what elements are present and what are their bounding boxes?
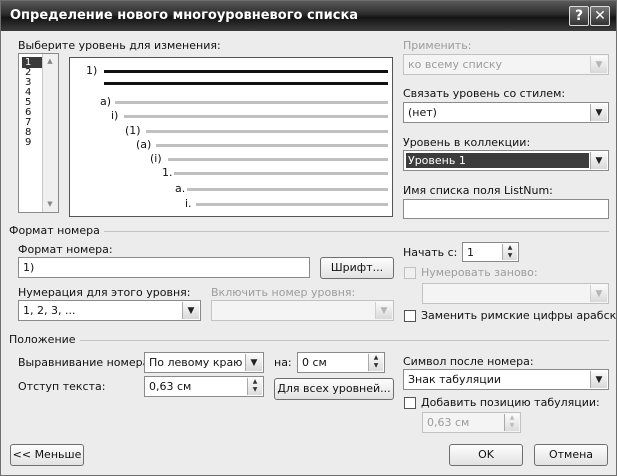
number-format-label: Формат номера: xyxy=(18,243,113,256)
tab-stop-spinner[interactable]: 0,63 см ▲ ▼ xyxy=(422,412,521,433)
spin-arrows-icon[interactable]: ▲ ▼ xyxy=(504,414,519,431)
ok-button[interactable]: OK xyxy=(449,444,523,466)
follow-number-combobox[interactable]: Знак табуляции ▼ xyxy=(403,369,609,390)
follow-number-value: Знак табуляции xyxy=(408,373,502,386)
scroll-up-icon[interactable]: ▲ xyxy=(43,54,57,69)
numbering-style-label: Нумерация для этого уровня: xyxy=(18,286,191,299)
chevron-down-icon[interactable]: ▼ xyxy=(590,104,607,121)
preview-marker: a. xyxy=(175,182,186,195)
numbering-style-value: 1, 2, 3, ... xyxy=(23,304,76,317)
preview-line xyxy=(174,172,388,175)
add-tab-stop-checkbox[interactable] xyxy=(404,397,416,409)
restart-numbering-label: Нумеровать заново: xyxy=(421,266,538,279)
list-preview: 1) a) i) (1) (a) (i) 1. a. i. xyxy=(69,57,393,217)
chevron-down-icon[interactable]: ▼ xyxy=(590,285,607,302)
gallery-level-combobox[interactable]: Уровень 1 ▼ xyxy=(403,150,609,171)
legal-style-label: Заменить римские цифры арабскими xyxy=(421,309,617,322)
tab-stop-value: 0,63 см xyxy=(427,416,470,429)
text-indent-spinner[interactable]: 0,63 см ▲ ▼ xyxy=(144,376,264,397)
preview-line xyxy=(104,82,388,85)
level-select-label: Выберите уровень для изменения: xyxy=(18,39,221,52)
number-format-value: 1) xyxy=(23,261,35,274)
listnum-input[interactable] xyxy=(403,199,609,219)
apply-value: ко всему списку xyxy=(408,58,503,71)
number-format-input[interactable]: 1) xyxy=(18,257,310,278)
dialog-title: Определение нового многоуровневого списк… xyxy=(10,8,359,23)
preview-marker: a) xyxy=(100,95,112,108)
set-for-all-levels-button[interactable]: Для всех уровней... xyxy=(274,378,394,400)
preview-marker: i) xyxy=(111,109,119,122)
less-button[interactable]: << Меньше xyxy=(10,444,84,466)
legal-style-checkbox[interactable] xyxy=(404,310,416,322)
cancel-button[interactable]: Отмена xyxy=(534,444,608,466)
start-at-spinner[interactable]: 1 ▲ ▼ xyxy=(462,242,519,262)
title-bar: Определение нового многоуровневого списк… xyxy=(1,1,616,31)
level-listbox[interactable]: ▲ ▼ 123456789 xyxy=(18,53,59,213)
preview-marker: i. xyxy=(185,197,192,210)
include-level-combobox[interactable]: ▼ xyxy=(211,300,394,321)
preview-line xyxy=(124,115,388,118)
preview-line xyxy=(146,130,388,133)
start-at-value: 1 xyxy=(467,246,474,259)
level-item-9[interactable]: 9 xyxy=(25,138,31,148)
alignment-label: Выравнивание номера: xyxy=(18,356,154,369)
chevron-down-icon[interactable]: ▼ xyxy=(182,302,199,319)
preview-line xyxy=(115,101,388,104)
chevron-down-icon[interactable]: ▼ xyxy=(590,56,607,73)
close-button[interactable]: ✕ xyxy=(590,6,610,26)
spin-arrows-icon[interactable]: ▲ ▼ xyxy=(502,244,517,260)
alignment-combobox[interactable]: По левому краю ▼ xyxy=(144,352,264,373)
preview-line xyxy=(156,144,388,147)
dialog-window: Определение нового многоуровневого списк… xyxy=(0,0,617,476)
link-style-combobox[interactable]: (нет) ▼ xyxy=(403,102,609,123)
restart-numbering-checkbox[interactable] xyxy=(404,267,416,279)
link-style-label: Связать уровень со стилем: xyxy=(403,87,566,100)
chevron-down-icon[interactable]: ▼ xyxy=(245,354,262,371)
scroll-down-icon[interactable]: ▼ xyxy=(43,197,57,212)
preview-marker: (a) xyxy=(136,138,152,151)
preview-marker: (i) xyxy=(150,152,162,165)
start-at-label: Начать с: xyxy=(403,246,458,259)
gallery-level-label: Уровень в коллекции: xyxy=(403,136,531,149)
aligned-at-spinner[interactable]: 0 см ▲ ▼ xyxy=(297,352,385,373)
position-group-label: Положение xyxy=(9,333,80,346)
alignment-value: По левому краю xyxy=(149,356,243,369)
link-style-value: (нет) xyxy=(408,106,437,119)
preview-line xyxy=(104,70,388,73)
include-level-label: Включить номер уровня: xyxy=(211,286,356,299)
apply-label: Применить: xyxy=(403,39,472,52)
help-button[interactable]: ? xyxy=(569,6,589,26)
follow-number-label: Символ после номера: xyxy=(403,355,534,368)
preview-line xyxy=(168,158,388,161)
text-indent-label: Отступ текста: xyxy=(18,380,106,393)
chevron-down-icon[interactable]: ▼ xyxy=(590,152,607,169)
aligned-at-value: 0 см xyxy=(302,356,327,369)
restart-after-combobox[interactable]: ▼ xyxy=(422,283,609,304)
spin-arrows-icon[interactable]: ▲ ▼ xyxy=(368,354,383,371)
font-button[interactable]: Шрифт... xyxy=(320,257,394,279)
preview-line xyxy=(187,188,388,191)
text-indent-value: 0,63 см xyxy=(149,380,192,393)
spin-arrows-icon[interactable]: ▲ ▼ xyxy=(247,378,262,395)
listnum-label: Имя списка поля ListNum: xyxy=(403,184,553,197)
preview-marker: 1) xyxy=(86,64,98,77)
preview-marker: (1) xyxy=(125,124,141,137)
position-divider xyxy=(9,340,609,341)
chevron-down-icon[interactable]: ▼ xyxy=(375,302,392,319)
preview-marker: 1. xyxy=(162,166,173,179)
number-format-group-label: Формат номера xyxy=(9,224,104,237)
level-scrollbar[interactable]: ▲ ▼ xyxy=(42,54,58,212)
aligned-at-label: на: xyxy=(274,356,292,369)
preview-line xyxy=(196,203,388,206)
gallery-level-value: Уровень 1 xyxy=(408,154,466,167)
add-tab-stop-label: Добавить позицию табуляции: xyxy=(421,396,600,409)
numbering-style-combobox[interactable]: 1, 2, 3, ... ▼ xyxy=(18,300,201,321)
apply-combobox[interactable]: ко всему списку ▼ xyxy=(403,54,609,75)
chevron-down-icon[interactable]: ▼ xyxy=(590,371,607,388)
